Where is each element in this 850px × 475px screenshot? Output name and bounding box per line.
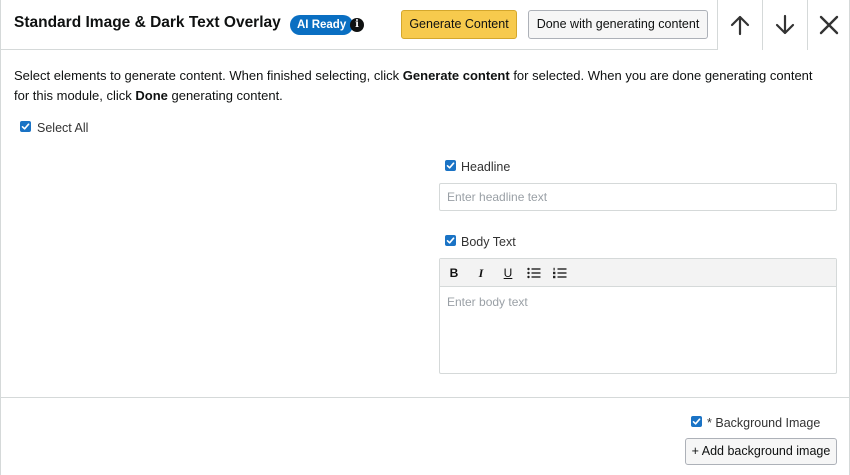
done-generating-button[interactable]: Done with generating content — [528, 10, 708, 39]
select-all-label: Select All — [37, 121, 89, 135]
body-text-label: Body Text — [461, 235, 516, 249]
bulleted-list-button[interactable] — [526, 265, 542, 281]
close-icon — [819, 15, 838, 35]
module-header: Standard Image & Dark Text Overlay AI Re… — [1, 0, 849, 50]
add-background-image-button[interactable]: + Add background image — [685, 438, 837, 465]
body-text-checkbox[interactable] — [445, 235, 456, 246]
checkmark-icon — [21, 123, 30, 130]
underline-button[interactable]: U — [500, 265, 516, 281]
move-down-button[interactable] — [762, 0, 807, 50]
arrow-up-icon — [730, 15, 750, 36]
headline-checkbox[interactable] — [445, 160, 456, 171]
module-title: Standard Image & Dark Text Overlay — [14, 14, 281, 31]
checkmark-icon — [446, 237, 455, 244]
ai-ready-badge: AI Ready — [290, 15, 354, 35]
bold-button[interactable]: B — [446, 265, 462, 281]
move-up-button[interactable] — [717, 0, 762, 50]
headline-label: Headline — [461, 160, 511, 174]
bulleted-list-icon — [527, 267, 541, 279]
generate-content-button[interactable]: Generate Content — [401, 10, 517, 39]
numbered-list-icon — [553, 267, 567, 279]
headline-input[interactable]: Enter headline text — [439, 183, 837, 211]
section-divider — [1, 397, 849, 398]
module-editor: Standard Image & Dark Text Overlay AI Re… — [0, 0, 850, 475]
body-text-editor[interactable]: B I U Enter body text — [439, 258, 837, 374]
select-all-checkbox[interactable] — [20, 121, 31, 132]
italic-button[interactable]: I — [473, 265, 489, 281]
close-button[interactable] — [807, 0, 849, 50]
body-text-placeholder: Enter body text — [447, 295, 528, 309]
required-marker: * — [707, 416, 712, 430]
instructions-text: Select elements to generate content. Whe… — [14, 68, 813, 103]
editor-toolbar: B I U — [440, 259, 836, 287]
background-image-label: * Background Image — [707, 416, 821, 430]
numbered-list-button[interactable] — [552, 265, 568, 281]
arrow-down-icon — [775, 14, 795, 35]
background-image-checkbox[interactable] — [691, 416, 702, 427]
info-icon[interactable]: i — [350, 18, 364, 32]
checkmark-icon — [692, 418, 701, 425]
checkmark-icon — [446, 162, 455, 169]
